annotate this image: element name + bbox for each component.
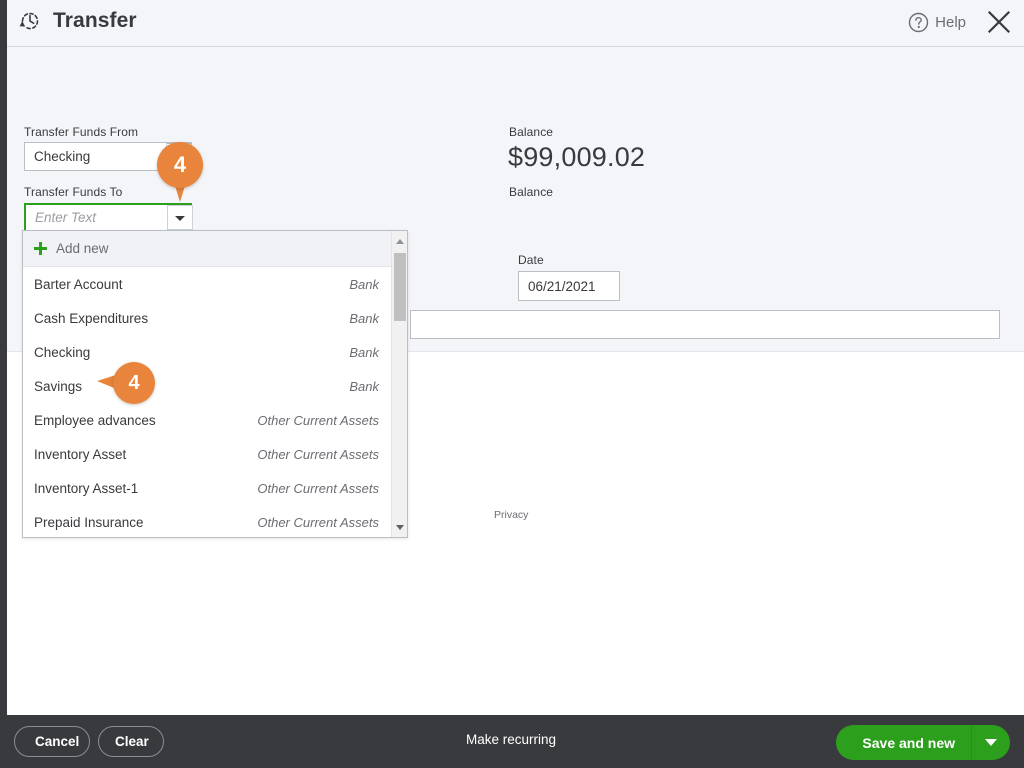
date-label: Date xyxy=(518,253,544,267)
cancel-button[interactable]: Cancel xyxy=(14,726,90,757)
transfer-from-dropdown-button[interactable] xyxy=(166,143,192,170)
account-dropdown-list: Add new Barter Account Bank Cash Expenditu… xyxy=(22,230,408,538)
page-title: Transfer xyxy=(53,9,137,32)
dropdown-option-type: Other Current Assets xyxy=(257,446,379,462)
dropdown-add-new-label: Add new xyxy=(56,241,109,256)
dropdown-option-name: Prepaid Insurance xyxy=(34,514,144,530)
dropdown-option[interactable]: Barter Account Bank xyxy=(23,267,407,301)
dropdown-option[interactable]: Cash Expenditures Bank xyxy=(23,301,407,335)
privacy-link[interactable]: Privacy xyxy=(494,509,528,521)
dropdown-option-name: Checking xyxy=(34,344,91,360)
dropdown-scrollbar[interactable] xyxy=(391,231,407,537)
chevron-down-icon xyxy=(175,215,185,221)
make-recurring-button[interactable]: Make recurring xyxy=(466,732,556,747)
dropdown-options-container: Barter Account Bank Cash Expenditures Bank C… xyxy=(23,267,407,537)
clear-button[interactable]: Clear xyxy=(98,726,164,757)
transfer-modal: Transfer Help Transfer Funds From Checki… xyxy=(0,0,1024,768)
close-x-icon[interactable] xyxy=(986,9,1012,35)
dropdown-option-type: Bank xyxy=(349,276,379,292)
scroll-up-arrow-icon[interactable] xyxy=(392,233,407,249)
balance-amount: $99,009.02 xyxy=(508,142,646,172)
help-button[interactable]: Help xyxy=(908,12,966,33)
scrollbar-thumb[interactable] xyxy=(394,253,406,321)
dropdown-option[interactable]: Prepaid Insurance Other Current Assets xyxy=(23,505,407,537)
date-input[interactable] xyxy=(518,271,620,301)
modal-footer: Cancel Clear Make recurring Save and new xyxy=(0,715,1024,768)
dropdown-option[interactable]: Savings Bank xyxy=(23,369,407,403)
dropdown-option-type: Bank xyxy=(349,310,379,326)
modal-header: Transfer Help xyxy=(7,0,1024,47)
balance-label-bottom: Balance xyxy=(509,185,554,199)
dropdown-option[interactable]: Checking Bank xyxy=(23,335,407,369)
dropdown-add-new-item[interactable]: Add new xyxy=(23,231,407,267)
dropdown-option-type: Other Current Assets xyxy=(257,412,379,428)
dropdown-option[interactable]: Inventory Asset Other Current Assets xyxy=(23,437,407,471)
header-left-group: Transfer xyxy=(17,8,137,34)
dropdown-option-name: Inventory Asset-1 xyxy=(34,480,139,496)
dropdown-option-name: Employee advances xyxy=(34,412,156,428)
transfer-to-dropdown-button[interactable] xyxy=(167,205,193,230)
scroll-down-arrow-icon[interactable] xyxy=(392,519,407,535)
question-circle-icon xyxy=(908,12,929,33)
help-label: Help xyxy=(935,13,966,31)
recurring-transaction-icon xyxy=(17,8,43,34)
dropdown-option[interactable]: Employee advances Other Current Assets xyxy=(23,403,407,437)
dropdown-option-name: Inventory Asset xyxy=(34,446,127,462)
transfer-from-label: Transfer Funds From xyxy=(24,125,139,139)
dropdown-option-type: Other Current Assets xyxy=(257,514,379,530)
dropdown-option-type: Bank xyxy=(349,344,379,360)
balance-label-top: Balance xyxy=(509,125,554,139)
chevron-down-icon xyxy=(174,154,184,160)
dropdown-option[interactable]: Inventory Asset-1 Other Current Assets xyxy=(23,471,407,505)
chevron-down-icon xyxy=(985,739,997,746)
dropdown-option-name: Barter Account xyxy=(34,276,123,292)
left-edge-strip xyxy=(0,0,7,715)
save-options-dropdown-button[interactable] xyxy=(972,725,1010,760)
plus-icon xyxy=(34,242,47,255)
dropdown-option-type: Other Current Assets xyxy=(257,480,379,496)
dropdown-option-name: Cash Expenditures xyxy=(34,310,149,326)
header-right-group: Help xyxy=(908,9,1012,35)
save-and-new-button[interactable]: Save and new xyxy=(836,725,972,760)
dropdown-option-name: Savings xyxy=(34,378,83,394)
dropdown-option-type: Bank xyxy=(349,378,379,394)
transfer-to-label: Transfer Funds To xyxy=(24,185,123,199)
save-and-new-group[interactable]: Save and new xyxy=(836,725,1010,760)
memo-input[interactable] xyxy=(410,310,1000,339)
